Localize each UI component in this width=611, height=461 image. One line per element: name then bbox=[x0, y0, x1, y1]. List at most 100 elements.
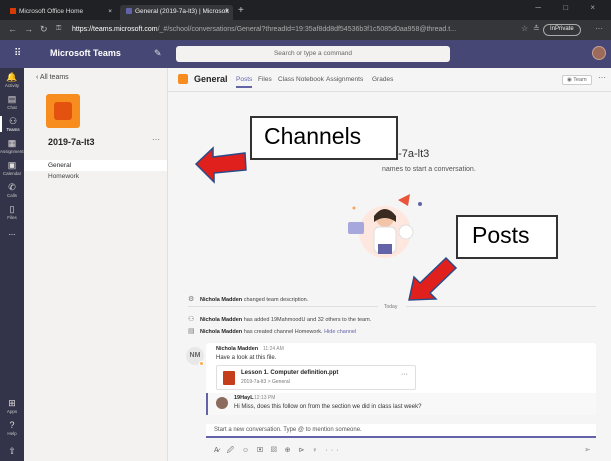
rail-label: Calendar bbox=[2, 171, 22, 176]
all-teams-link[interactable]: ‹ All teams bbox=[36, 74, 69, 81]
calendar-icon: ▣ bbox=[7, 160, 17, 170]
assignments-icon: ▦ bbox=[7, 138, 17, 148]
activity-text: changed team description. bbox=[242, 297, 309, 303]
compose-toolbar[interactable]: A̷ 🖉 ☺ ▣ ▨ ⊕ ⊳ ♀ ··· bbox=[214, 446, 342, 457]
url-host: https://teams.microsoft.com bbox=[72, 26, 158, 33]
rail-item-files[interactable]: ▯ Files bbox=[0, 204, 24, 220]
back-arrow-icon[interactable]: ← bbox=[8, 24, 17, 34]
channel-icon bbox=[178, 74, 188, 84]
channel-more-button[interactable]: ··· bbox=[598, 73, 606, 82]
rail-item-chat[interactable]: ▤ Chat bbox=[0, 94, 24, 110]
team-more-button[interactable]: ··· bbox=[152, 135, 160, 144]
rail-label: Teams bbox=[6, 127, 20, 132]
rail-item-teams[interactable]: ⚇ Teams bbox=[0, 116, 24, 132]
chat-icon: ▤ bbox=[7, 94, 17, 104]
tab-label: General (2019-7a-lt3) | Microsoft bbox=[135, 8, 229, 15]
team-sidebar: ‹ All teams 2019-7a-lt3 ··· General Home… bbox=[24, 68, 168, 461]
activity-author: Nichola Madden bbox=[200, 329, 243, 335]
powerpoint-file-icon bbox=[223, 371, 235, 385]
file-name[interactable]: Lesson 1. Computer definition.ppt bbox=[241, 370, 338, 376]
rail-label: Apps bbox=[6, 409, 18, 414]
favorite-star-icon[interactable]: ☆ bbox=[521, 24, 528, 33]
new-chat-icon[interactable]: ✎ bbox=[154, 48, 162, 59]
rail-item-help[interactable]: ? Help bbox=[0, 420, 24, 436]
divider bbox=[188, 306, 378, 307]
team-avatar-inner bbox=[54, 102, 72, 120]
divider bbox=[406, 306, 596, 307]
window-controls[interactable]: ─ □ × bbox=[535, 3, 605, 12]
team-button[interactable]: ◉ Team bbox=[562, 75, 592, 85]
rail-label: Activity bbox=[4, 83, 20, 88]
file-icon: ▯ bbox=[9, 204, 15, 214]
avatar[interactable] bbox=[216, 397, 228, 409]
channel-title: General bbox=[194, 74, 228, 84]
teams-logo-icon bbox=[126, 8, 132, 14]
team-button-label: Team bbox=[573, 77, 587, 83]
favorites-icon[interactable]: ≛ bbox=[533, 24, 540, 33]
refresh-icon[interactable]: ↻ bbox=[40, 24, 48, 35]
activity-item: ⚙ Nichola Madden changed team description… bbox=[188, 295, 308, 303]
upload-icon[interactable]: ⇧ bbox=[0, 446, 24, 457]
date-separator: Today bbox=[384, 304, 398, 310]
rail-item-calendar[interactable]: ▣ Calendar bbox=[0, 160, 24, 176]
add-member-icon: ⚇ bbox=[188, 316, 195, 323]
rail-more-button[interactable]: ... bbox=[0, 228, 24, 237]
channels-callout: Channels bbox=[250, 116, 398, 160]
hide-channel-link[interactable]: Hide channel bbox=[324, 329, 356, 335]
tab-assignments[interactable]: Assignments bbox=[326, 76, 363, 83]
app-rail: 🔔 Activity ▤ Chat ⚇ Teams ▦ Assignments ▣ Cal… bbox=[0, 68, 26, 461]
bell-icon: 🔔 bbox=[6, 72, 18, 82]
app-title: Microsoft Teams bbox=[50, 48, 121, 58]
tab-files[interactable]: Files bbox=[258, 76, 272, 83]
activity-item: ⚇ Nichola Madden has added 19MahmoodU and… bbox=[188, 315, 371, 323]
compose-input[interactable]: Start a new conversation. Type @ to ment… bbox=[206, 424, 596, 438]
file-attachment[interactable]: Lesson 1. Computer definition.ppt 2019-7… bbox=[216, 365, 416, 390]
send-icon[interactable]: ➢ bbox=[584, 445, 591, 454]
channel-header: General Posts Files Class Notebook Assig… bbox=[168, 68, 611, 92]
help-icon: ? bbox=[9, 420, 15, 430]
channel-item-general[interactable]: General bbox=[24, 160, 167, 171]
rail-item-calls[interactable]: ✆ Calls bbox=[0, 182, 24, 198]
teams-header: ⠿ Microsoft Teams ✎ Search or type a com… bbox=[0, 40, 611, 68]
activity-author: Nichola Madden bbox=[200, 297, 243, 303]
rail-label: Chat bbox=[7, 105, 17, 110]
browser-tab-teams[interactable]: General (2019-7a-lt3) | Microsoft × bbox=[120, 5, 233, 20]
tab-class-notebook[interactable]: Class Notebook bbox=[278, 76, 324, 83]
rail-label: Files bbox=[7, 215, 17, 220]
reply-author: 19HayL bbox=[234, 395, 254, 401]
apps-icon: ⊞ bbox=[8, 398, 16, 408]
tab-posts[interactable]: Posts bbox=[236, 76, 253, 88]
avatar[interactable] bbox=[592, 46, 606, 60]
app-launcher-icon[interactable]: ⠿ bbox=[14, 48, 21, 59]
channel-created-icon: ▤ bbox=[188, 328, 195, 335]
browser-address-bar: ← → ↻ ⚿ https://teams.microsoft.com/_#/s… bbox=[0, 20, 611, 40]
url-input[interactable]: https://teams.microsoft.com/_#/school/co… bbox=[68, 23, 518, 37]
welcome-illustration bbox=[348, 194, 422, 258]
forward-arrow-icon[interactable]: → bbox=[24, 24, 33, 34]
rail-label: Calls bbox=[6, 193, 17, 198]
inprivate-badge[interactable]: InPrivate bbox=[543, 24, 581, 36]
team-name: 2019-7a-lt3 bbox=[48, 137, 95, 147]
close-tab-icon[interactable]: × bbox=[225, 8, 229, 15]
close-tab-icon[interactable]: × bbox=[108, 8, 112, 15]
rail-item-activity[interactable]: 🔔 Activity bbox=[0, 72, 24, 88]
rail-item-assignments[interactable]: ▦ Assignments bbox=[0, 138, 26, 154]
file-more-button[interactable]: ··· bbox=[401, 371, 408, 378]
browser-more-icon[interactable]: ··· bbox=[595, 24, 603, 33]
rail-label: Help bbox=[7, 431, 17, 436]
team-settings-icon: ⚙ bbox=[188, 296, 195, 303]
lock-icon: ⚿ bbox=[56, 25, 62, 32]
browser-tab-office-home[interactable]: Microsoft Office Home × bbox=[4, 5, 116, 20]
office-logo-icon bbox=[10, 8, 16, 14]
activity-item: ▤ Nichola Madden has created channel Home… bbox=[188, 327, 356, 335]
back-label: All teams bbox=[39, 74, 69, 81]
activity-text: has created channel Homework. bbox=[242, 329, 325, 335]
channel-item-homework[interactable]: Homework bbox=[24, 171, 167, 182]
presence-away-icon bbox=[199, 361, 204, 366]
search-input[interactable]: Search or type a command bbox=[176, 46, 450, 62]
new-tab-button[interactable]: + bbox=[238, 5, 244, 16]
browser-tab-bar: Microsoft Office Home × General (2019-7a… bbox=[0, 0, 611, 20]
rail-item-apps[interactable]: ⊞ Apps bbox=[0, 398, 24, 414]
rail-label: Assignments bbox=[0, 149, 26, 154]
tab-grades[interactable]: Grades bbox=[372, 76, 393, 83]
